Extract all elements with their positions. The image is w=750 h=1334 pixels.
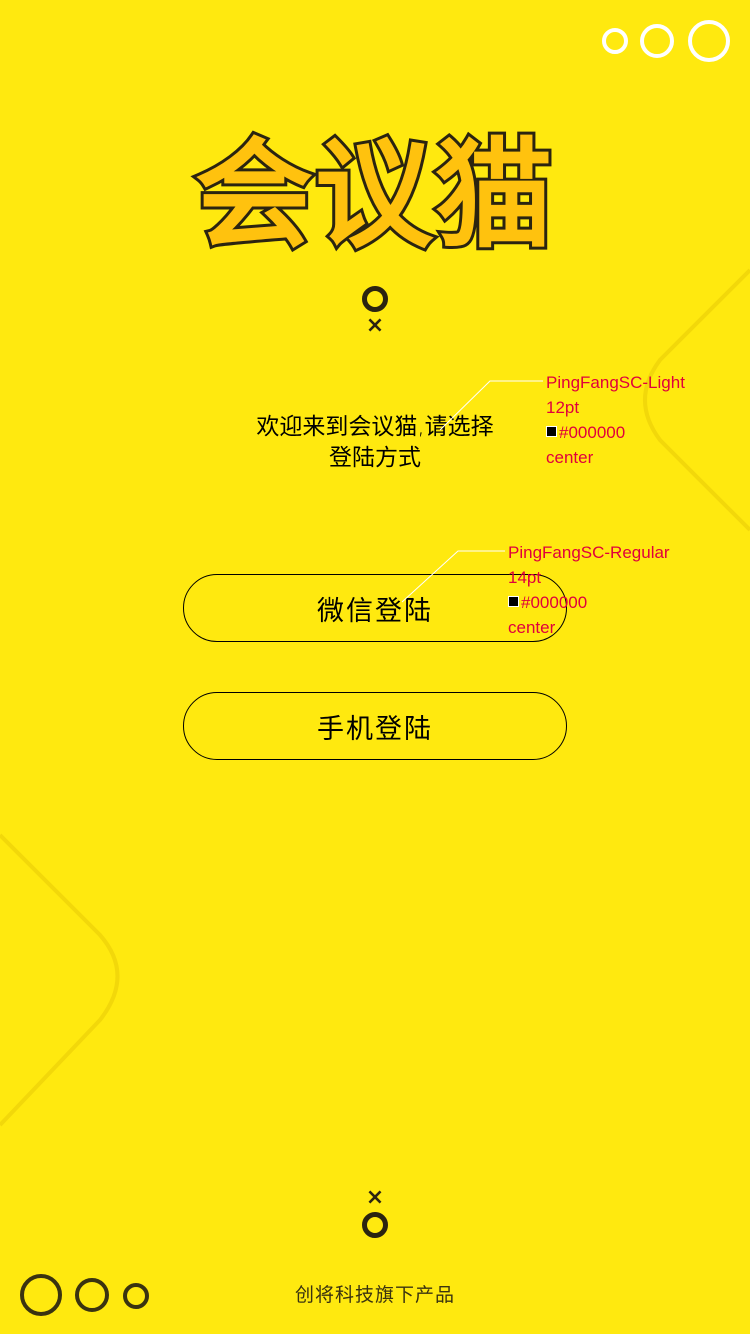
welcome-line-1: 欢迎来到会议猫,请选择 bbox=[256, 414, 494, 440]
logo-text: 会议猫 bbox=[192, 123, 556, 267]
welcome-text: 欢迎来到会议猫,请选择 登陆方式 bbox=[225, 412, 525, 474]
app-logo: 会议猫 bbox=[180, 120, 570, 270]
ox-mark-bottom: × bbox=[360, 1184, 390, 1238]
ring-icon bbox=[362, 1212, 388, 1238]
ring-icon bbox=[123, 1283, 149, 1309]
color-swatch-icon bbox=[508, 596, 519, 607]
welcome-line-2: 登陆方式 bbox=[329, 445, 421, 471]
login-screen: 会议猫 × 欢迎来到会议猫,请选择 登陆方式 微信登陆 手机登陆 × 创将科技旗… bbox=[0, 0, 750, 1334]
footer-text: 创将科技旗下产品 bbox=[294, 1284, 455, 1306]
phone-login-button[interactable]: 手机登陆 bbox=[183, 692, 567, 760]
annotation-align: center bbox=[508, 618, 556, 637]
annotation-font: PingFangSC-Regular bbox=[508, 543, 670, 562]
welcome-annotation: PingFangSC-Light 12pt #000000 center bbox=[546, 370, 685, 470]
color-swatch-icon bbox=[546, 426, 557, 437]
ring-icon bbox=[640, 24, 674, 58]
annotation-color: #000000 bbox=[521, 593, 588, 612]
annotation-color: #000000 bbox=[559, 423, 626, 442]
cross-icon: × bbox=[365, 1185, 385, 1210]
annotation-align: center bbox=[546, 448, 594, 467]
button-annotation: PingFangSC-Regular 14pt #000000 center bbox=[508, 540, 670, 640]
annotation-color-row: #000000 bbox=[508, 590, 670, 615]
annotation-size: 12pt bbox=[546, 398, 580, 417]
annotation-font: PingFangSC-Light bbox=[546, 373, 685, 392]
ring-icon bbox=[362, 286, 388, 312]
ring-icon bbox=[688, 20, 730, 62]
ring-icon bbox=[602, 28, 628, 54]
annotation-size: 14pt bbox=[508, 568, 542, 587]
ring-icon bbox=[75, 1278, 109, 1312]
ring-icon bbox=[20, 1274, 62, 1316]
ox-mark-top: × bbox=[360, 286, 390, 340]
annotation-color-row: #000000 bbox=[546, 420, 685, 445]
cross-icon: × bbox=[365, 313, 385, 338]
